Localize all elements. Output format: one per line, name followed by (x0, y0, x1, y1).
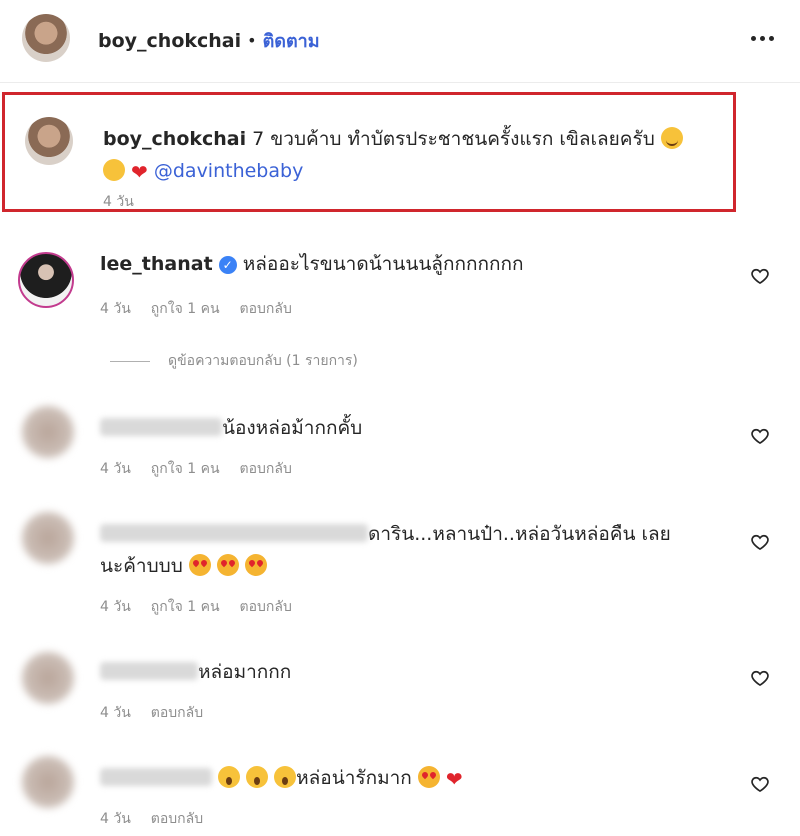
blurred-username[interactable] (100, 768, 212, 786)
commenter-avatar[interactable] (22, 756, 74, 808)
blurred-username[interactable] (100, 524, 368, 542)
mention-link[interactable]: @davinthebaby (154, 160, 303, 182)
red-heart-emoji-icon: ❤ (445, 767, 463, 791)
star-struck-emoji-icon (417, 766, 440, 788)
reply-button[interactable]: ตอบกลับ (151, 702, 203, 724)
commenter-avatar[interactable] (18, 252, 74, 308)
heart-outline-icon[interactable] (750, 774, 770, 794)
owner-username[interactable]: boy_chokchai (98, 30, 241, 52)
comment-time: 4 วัน (100, 301, 131, 317)
follow-button[interactable]: ติดตาม (263, 26, 320, 55)
comment-item: ดาริน...หลานป๋า..หล่อวันหล่อคืน เลย นะค้… (0, 508, 800, 618)
heart-outline-icon[interactable] (750, 532, 770, 552)
comment-text: ดาริน...หลานป๋า..หล่อวันหล่อคืน เลย (368, 523, 671, 545)
comment-time: 4 วัน (100, 705, 131, 721)
caption-body: 7 ขวบค้าบ ทำบัตรประชาชนครั้งแรก เขิลเลยค… (246, 128, 655, 150)
comment-text: หล่อมากกก (198, 661, 292, 683)
star-struck-emoji-icon (216, 554, 239, 576)
view-replies-button[interactable]: ดูข้อความตอบกลับ (1 รายการ) (110, 350, 358, 372)
caption-time: 4 วัน (103, 194, 134, 210)
reply-button[interactable]: ตอบกลับ (240, 596, 292, 618)
star-struck-emoji-icon (244, 554, 267, 576)
commenter-avatar[interactable] (22, 406, 74, 458)
blurred-username[interactable] (100, 662, 198, 680)
red-heart-emoji-icon: ❤ (131, 160, 148, 184)
comment-item: lee_thanat ✓ หล่ออะไรขนาดน้านนนลู้กกกกกก… (0, 242, 800, 352)
comment-likes[interactable]: ถูกใจ 1 คน (151, 458, 220, 480)
caption-highlight-box: boy_chokchai 7 ขวบค้าบ ทำบัตรประชาชนครั้… (2, 92, 736, 212)
comment-item: น้องหล่อม้ากกคั้บ 4 วัน ถูกใจ 1 คน ตอบกล… (0, 402, 800, 492)
comment-likes[interactable]: ถูกใจ 1 คน (151, 298, 220, 320)
commenter-avatar[interactable] (22, 652, 74, 704)
smiling-face-emoji-icon (660, 127, 683, 149)
astonished-face-emoji-icon (246, 766, 269, 788)
comment-time: 4 วัน (100, 461, 131, 477)
heart-outline-icon[interactable] (750, 668, 770, 688)
reply-button[interactable]: ตอบกลับ (151, 808, 203, 830)
astonished-face-emoji-icon (274, 766, 297, 788)
comment-item: หล่อมากกก 4 วัน ตอบกลับ (0, 648, 800, 738)
comment-item: หล่อน่ารักมาก ❤ 4 วัน ตอบกลับ (0, 752, 800, 836)
comment-text-line2: นะค้าบบบ (100, 555, 183, 577)
reply-button[interactable]: ตอบกลับ (240, 458, 292, 480)
comment-text: หล่อน่ารักมาก (296, 767, 412, 789)
comment-time: 4 วัน (100, 811, 131, 827)
commenter-avatar[interactable] (22, 512, 74, 564)
star-struck-emoji-icon (188, 554, 211, 576)
caption-avatar[interactable] (25, 117, 73, 165)
caption-text: boy_chokchai 7 ขวบค้าบ ทำบัตรประชาชนครั้… (103, 123, 723, 188)
divider-line (110, 360, 150, 362)
blurred-username[interactable] (100, 418, 222, 436)
reply-button[interactable]: ตอบกลับ (240, 298, 292, 320)
astonished-face-emoji-icon (218, 766, 241, 788)
rolling-laughing-emoji-icon (103, 159, 125, 181)
verified-badge-icon: ✓ (218, 256, 237, 274)
comment-text: น้องหล่อม้ากกคั้บ (222, 417, 363, 439)
more-options-icon[interactable] (751, 36, 774, 41)
post-header: boy_chokchai • ติดตาม (0, 0, 800, 83)
heart-outline-icon[interactable] (750, 266, 770, 286)
heart-outline-icon[interactable] (750, 426, 770, 446)
separator-dot: • (247, 31, 257, 50)
comment-time: 4 วัน (100, 599, 131, 615)
owner-avatar[interactable] (22, 14, 70, 62)
comment-likes[interactable]: ถูกใจ 1 คน (151, 596, 220, 618)
comment-text: หล่ออะไรขนาดน้านนนลู้กกกกกกก (242, 253, 524, 275)
caption-username[interactable]: boy_chokchai (103, 128, 246, 150)
view-replies-label: ดูข้อความตอบกลับ (1 รายการ) (168, 353, 358, 369)
commenter-username[interactable]: lee_thanat (100, 253, 213, 275)
